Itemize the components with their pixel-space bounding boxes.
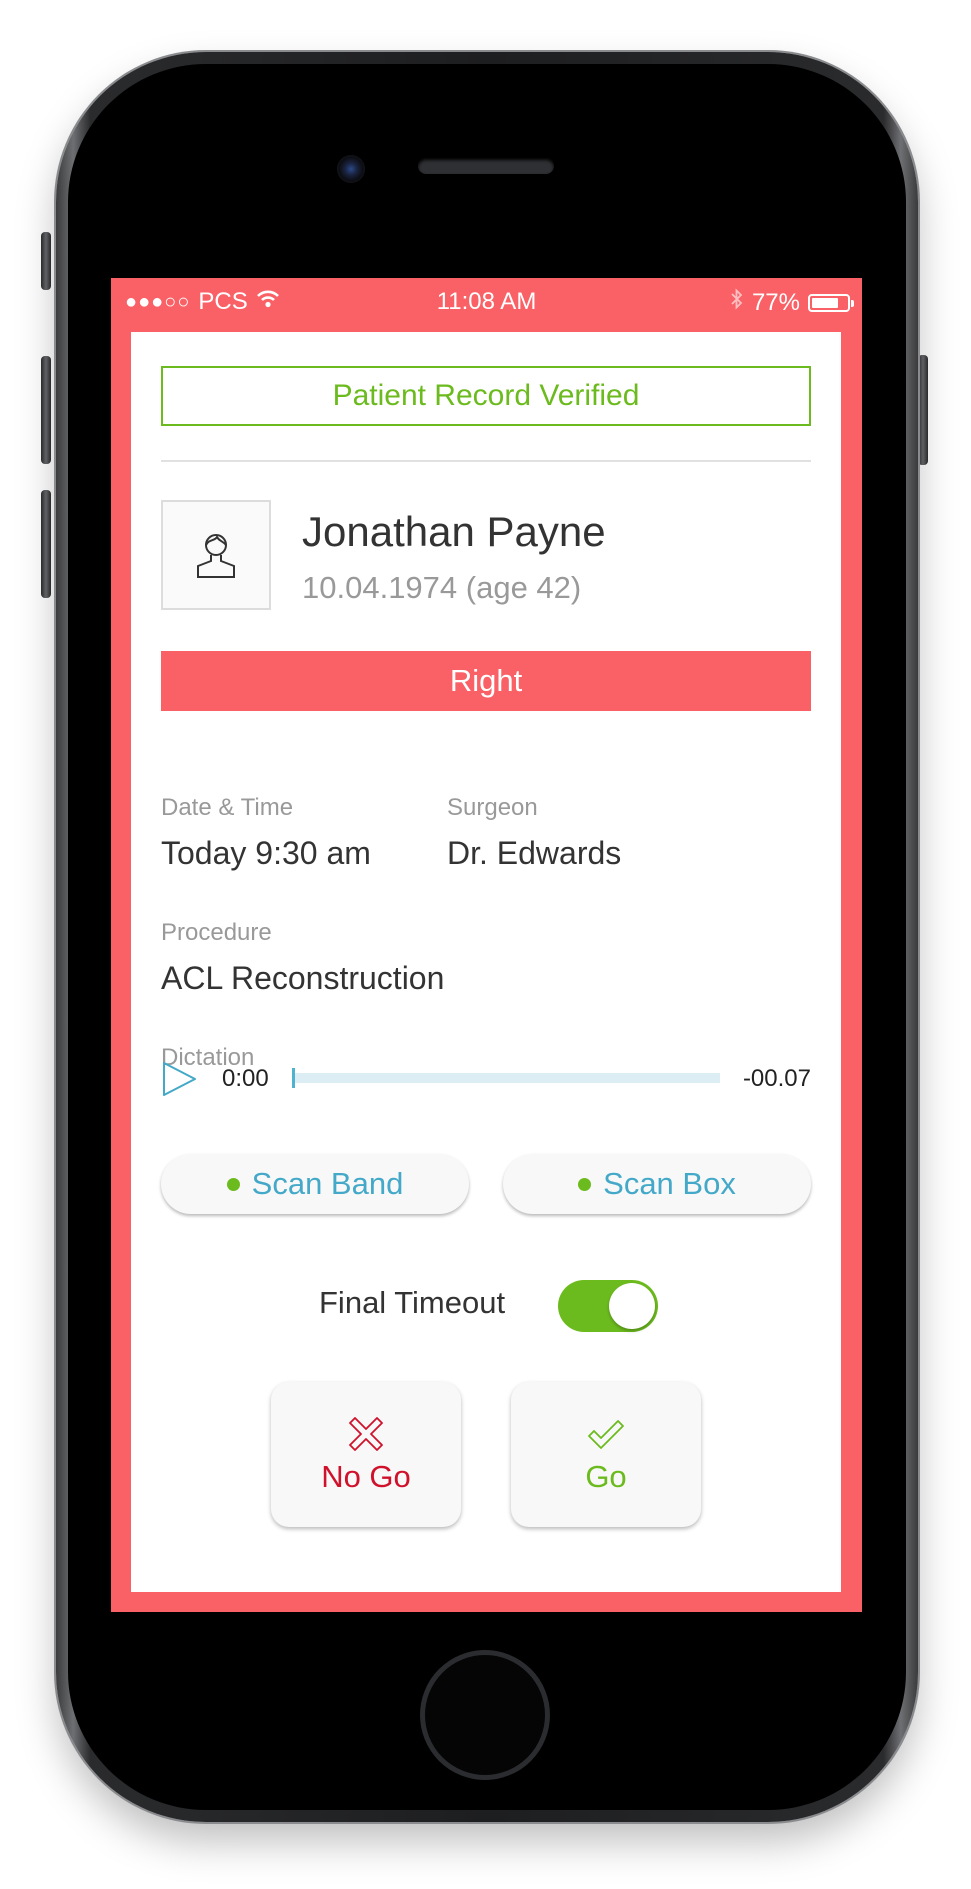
patient-card: Patient Record Verified Jonathan Payne 1…: [131, 332, 841, 1592]
battery-level: [812, 297, 839, 308]
battery-icon: [808, 293, 854, 312]
home-button[interactable]: [420, 1650, 550, 1780]
status-bar-right: 77%: [730, 288, 854, 317]
scan-box-label: Scan Box: [603, 1166, 736, 1201]
x-icon: [349, 1416, 383, 1451]
patient-dob: 10.04.1974 (age 42): [302, 570, 582, 605]
scan-band-label: Scan Band: [251, 1166, 404, 1201]
surgeon-label: Surgeon: [447, 794, 538, 821]
scan-box-button[interactable]: Scan Box: [503, 1154, 811, 1214]
procedure-label: Procedure: [161, 919, 272, 946]
mute-switch: [41, 232, 51, 290]
bluetooth-icon: [730, 288, 744, 317]
patient-avatar: [161, 500, 271, 610]
status-bar: ●●●○○ PCS 11:08 AM 77%: [111, 278, 862, 330]
dictation-elapsed: 0:00: [222, 1065, 269, 1092]
no-go-label: No Go: [321, 1458, 411, 1494]
final-timeout-label: Final Timeout: [319, 1285, 506, 1320]
go-label: Go: [585, 1458, 627, 1494]
status-dot-icon: [578, 1177, 592, 1191]
checkmark-icon: [588, 1419, 624, 1449]
dictation-remaining: -00.07: [742, 1065, 811, 1092]
date-time-label: Date & Time: [161, 794, 294, 821]
battery-percent: 77%: [751, 288, 800, 316]
person-icon: [197, 534, 235, 578]
dictation-progress-track[interactable]: [292, 1068, 720, 1088]
scan-band-button[interactable]: Scan Band: [161, 1154, 469, 1214]
status-dot-icon: [226, 1177, 240, 1191]
date-time-value: Today 9:30 am: [161, 835, 371, 871]
divider: [161, 460, 811, 462]
volume-down-button: [41, 490, 51, 598]
final-timeout-toggle[interactable]: [558, 1280, 658, 1332]
go-button[interactable]: Go: [511, 1382, 701, 1527]
toggle-knob: [609, 1283, 655, 1329]
volume-up-button: [41, 356, 51, 464]
patient-name: Jonathan Payne: [302, 508, 606, 555]
surgical-side-banner: Right: [161, 651, 811, 711]
play-icon[interactable]: [161, 1060, 199, 1103]
screen: ●●●○○ PCS 11:08 AM 77% Patient Record Ve…: [111, 278, 862, 1612]
power-button: [918, 355, 928, 465]
procedure-value: ACL Reconstruction: [161, 960, 445, 996]
dictation-playhead[interactable]: [292, 1068, 295, 1088]
front-camera: [337, 155, 365, 183]
verification-banner: Patient Record Verified: [161, 366, 811, 426]
earpiece-speaker: [418, 158, 554, 174]
no-go-button[interactable]: No Go: [271, 1382, 461, 1527]
surgeon-value: Dr. Edwards: [447, 835, 622, 871]
